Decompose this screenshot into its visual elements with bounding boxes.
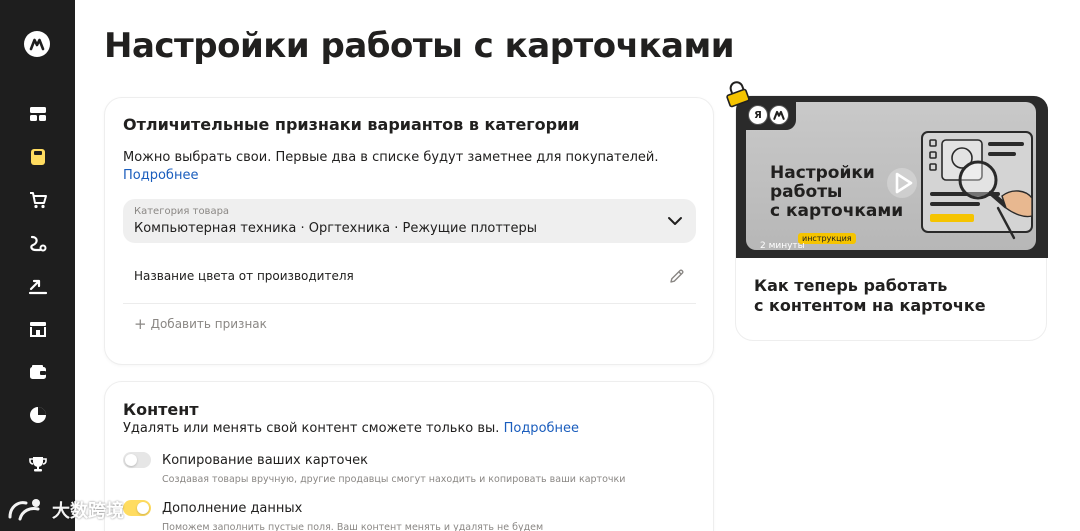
store-icon[interactable]: [27, 318, 49, 340]
market-logo-icon[interactable]: [24, 31, 50, 57]
logistics-icon[interactable]: [27, 232, 49, 254]
video-duration: 2 минуты: [760, 241, 805, 251]
pencil-icon[interactable]: [668, 267, 686, 285]
watermark-logo-icon: [8, 499, 40, 521]
variant-attributes-title: Отличительные признаки вариантов в катег…: [123, 115, 580, 134]
content-card: Контент Удалять или менять свой контент …: [104, 381, 714, 531]
variant-attributes-description: Можно выбрать свои. Первые два в списке …: [123, 150, 659, 165]
content-description: Удалять или менять свой контент сможете …: [123, 421, 579, 436]
watermark-text: 大数跨境: [52, 501, 124, 522]
video-thumbnail[interactable]: Настройки работы с карточками инструкция…: [736, 96, 1048, 258]
trophy-icon[interactable]: [27, 453, 49, 475]
copy-cards-title: Копирование ваших карточек: [162, 453, 368, 468]
toggle-knob: [137, 502, 149, 514]
chevron-down-icon: [668, 217, 682, 225]
watermark: 大数跨境: [6, 495, 124, 525]
category-select[interactable]: Категория товара Компьютерная техника · …: [123, 199, 696, 243]
wallet-icon[interactable]: [27, 361, 49, 383]
content-title: Контент: [123, 400, 199, 419]
dashboard-icon[interactable]: [27, 103, 49, 125]
add-attribute-button[interactable]: + Добавить признак: [134, 315, 267, 333]
video-guide-title-line: с контентом на карточке: [754, 296, 986, 315]
sidebar: [0, 0, 75, 531]
thumbnail-title-line: с карточками: [770, 201, 904, 221]
video-guide-title-line: Как теперь работать: [754, 276, 948, 295]
cart-icon[interactable]: [27, 189, 49, 211]
thumbnail-title-line: работы: [770, 182, 843, 202]
thumbnail-title: Настройки работы с карточками: [770, 164, 903, 221]
variant-attributes-card: Отличительные признаки вариантов в катег…: [104, 97, 714, 365]
video-guide-card[interactable]: Настройки работы с карточками инструкция…: [726, 81, 1048, 341]
magnifier-illustration-icon: [921, 131, 1033, 240]
copy-cards-toggle[interactable]: [123, 452, 151, 468]
category-select-label: Категория товара: [134, 206, 230, 217]
market-logo-icon: [769, 105, 789, 125]
data-completion-title: Дополнение данных: [162, 501, 303, 516]
category-select-value: Компьютерная техника · Оргтехника · Режу…: [134, 221, 537, 236]
growth-icon[interactable]: [27, 275, 49, 297]
variant-attributes-more-link[interactable]: Подробнее: [123, 168, 198, 183]
data-completion-subtitle: Поможем заполнить пустые поля. Ваш конте…: [162, 522, 544, 531]
analytics-icon[interactable]: [27, 404, 49, 426]
video-guide-title: Как теперь работать с контентом на карто…: [754, 276, 986, 316]
paperclip-icon: [726, 81, 750, 108]
attribute-label: Название цвета от производителя: [134, 269, 354, 283]
content-description-text: Удалять или менять свой контент сможете …: [123, 421, 500, 436]
plus-icon: +: [134, 315, 147, 333]
copy-cards-subtitle: Создавая товары вручную, другие продавцы…: [162, 474, 626, 485]
content-more-link[interactable]: Подробнее: [504, 421, 579, 436]
instruction-badge: инструкция: [798, 233, 856, 244]
toggle-knob: [125, 454, 137, 466]
product-card-icon[interactable]: [27, 146, 49, 168]
thumbnail-title-line: Настройки: [770, 163, 875, 183]
play-icon[interactable]: [885, 166, 919, 200]
page-title: Настройки работы с карточками: [104, 26, 735, 66]
data-completion-toggle[interactable]: [123, 500, 151, 516]
add-attribute-label: Добавить признак: [150, 317, 267, 331]
attribute-row: Название цвета от производителя: [123, 251, 696, 304]
